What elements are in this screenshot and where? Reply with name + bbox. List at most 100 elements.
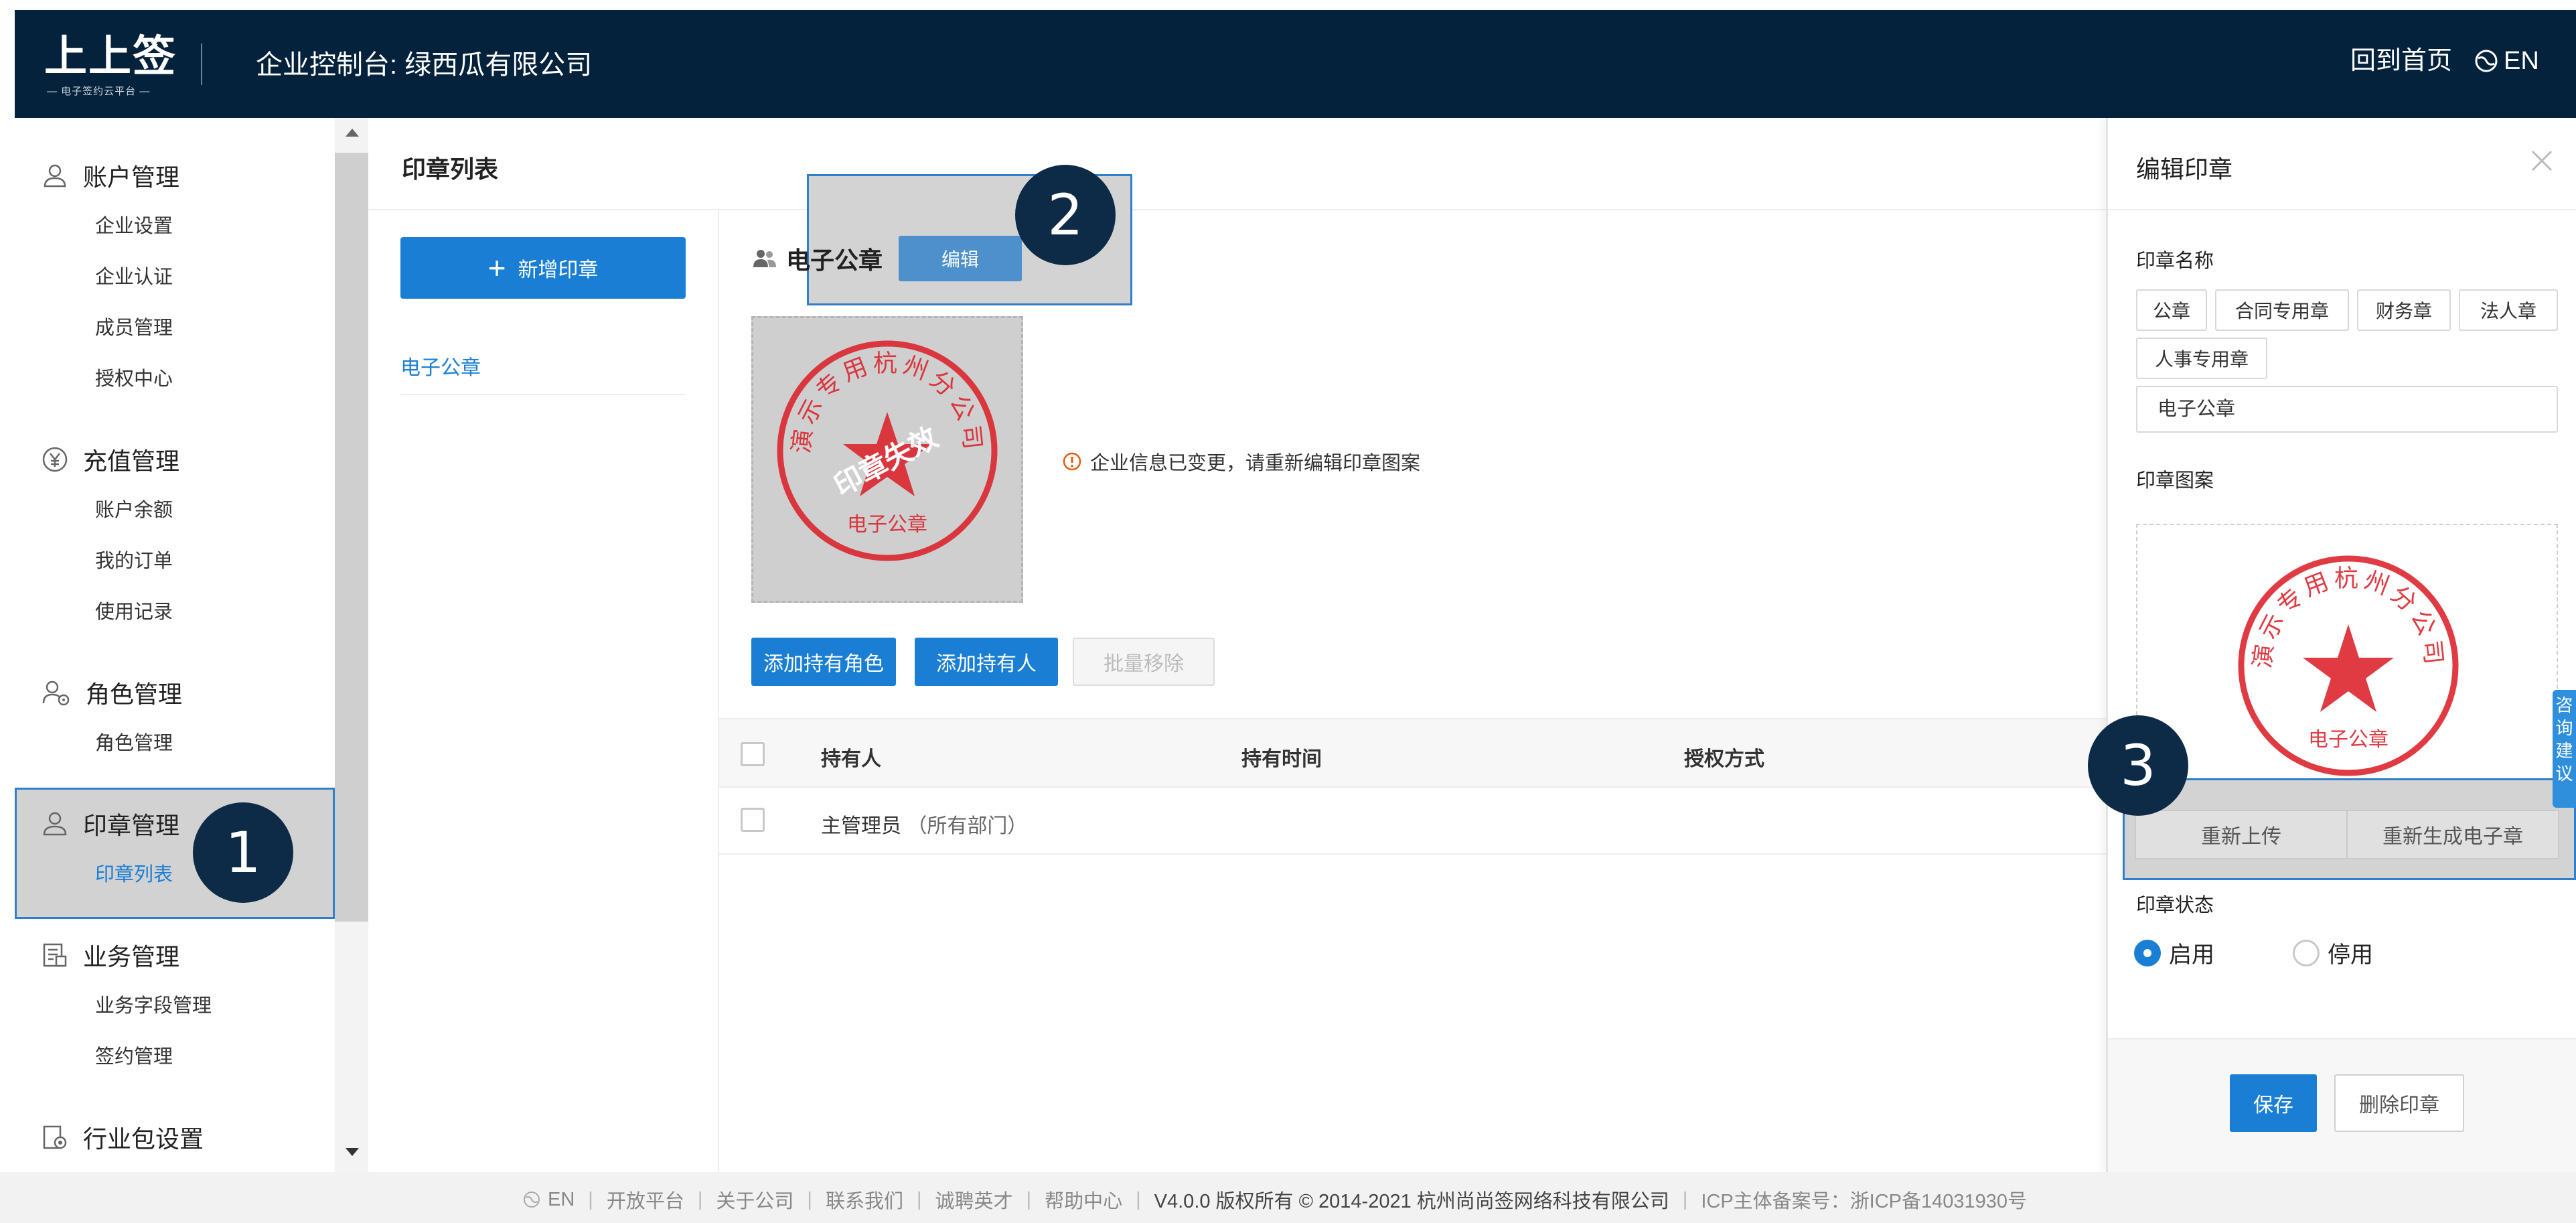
- page-title: 印章列表: [402, 155, 499, 183]
- seal-name-label: 印章名称: [2136, 250, 2214, 272]
- warning-text: 企业信息已变更，请重新编辑印章图案: [1090, 453, 1421, 474]
- seal-header: 电子公章: [753, 241, 883, 276]
- sidebar-group-industry-package[interactable]: 行业包设置: [42, 1120, 204, 1155]
- sidebar-item-members[interactable]: 成员管理: [95, 312, 173, 340]
- main-content: 印章列表 + 新增印章 电子公章 电子公章 编辑 2 演示专用杭州分公司 电子公…: [368, 118, 2106, 1172]
- user-icon: [44, 164, 66, 188]
- delete-seal-button[interactable]: 删除印章: [2334, 1074, 2464, 1132]
- column-header-time: 持有时间: [1241, 748, 1322, 770]
- sidebar-item-company-settings[interactable]: 企业设置: [95, 210, 173, 238]
- column-header-auth: 授权方式: [1684, 748, 1764, 770]
- footer-link-open-platform[interactable]: 开放平台: [607, 1185, 684, 1214]
- footer-link-about[interactable]: 关于公司: [716, 1185, 793, 1214]
- sidebar-group-label: 业务管理: [83, 943, 180, 970]
- seal-image: 演示专用杭州分公司 电子公章 印章失效: [751, 316, 1023, 603]
- sidebar-item-usage[interactable]: 使用记录: [95, 596, 173, 624]
- logo-subtitle: — 电子签约云平台 —: [47, 86, 151, 97]
- plus-icon: +: [487, 250, 506, 285]
- status-disable-label: 停用: [2328, 942, 2373, 968]
- sidebar-item-orders[interactable]: 我的订单: [95, 545, 173, 573]
- footer-icp: ICP主体备案号：浙ICP备14031930号: [1701, 1191, 2028, 1212]
- sidebar-item-role-manage[interactable]: 角色管理: [95, 727, 173, 756]
- sidebar-item-business-fields[interactable]: 业务字段管理: [95, 990, 212, 1018]
- sidebar-group-label: 印章管理: [83, 812, 180, 839]
- sidebar-group-label: 充值管理: [83, 447, 180, 475]
- tag-contract-seal[interactable]: 合同专用章: [2215, 289, 2349, 331]
- sidebar-group-business[interactable]: 业务管理: [42, 938, 179, 973]
- reupload-button[interactable]: 重新上传: [2135, 810, 2348, 859]
- tag-finance-seal[interactable]: 财务章: [2357, 289, 2451, 331]
- footer-lang-link[interactable]: EN: [548, 1189, 575, 1211]
- status-enable-radio[interactable]: 启用: [2134, 936, 2214, 969]
- consult-feedback-tab[interactable]: 咨 询 建 议: [2553, 690, 2576, 808]
- sidebar-group-recharge[interactable]: 充值管理: [42, 442, 179, 477]
- radio-checked-icon: [2134, 939, 2161, 966]
- footer-link-help[interactable]: 帮助中心: [1045, 1185, 1122, 1214]
- select-all-checkbox[interactable]: [741, 742, 765, 766]
- seal-list-panel: + 新增印章 电子公章: [368, 210, 719, 1172]
- sidebar-group-account[interactable]: 账户管理: [42, 158, 179, 193]
- add-holder-button[interactable]: 添加持有人: [915, 638, 1058, 686]
- language-label: EN: [2504, 47, 2539, 75]
- seal-stamp-image: 演示专用杭州分公司 电子公章 印章失效: [777, 340, 998, 561]
- footer-link-contact[interactable]: 联系我们: [826, 1185, 903, 1214]
- sidebar-item-balance[interactable]: 账户余额: [95, 494, 173, 522]
- sidebar-group-seal[interactable]: 印章管理: [42, 806, 179, 841]
- sidebar-group-label: 角色管理: [86, 680, 183, 708]
- scroll-down-arrow-icon[interactable]: [346, 1148, 359, 1156]
- seal-bottom-text: 电子公章: [847, 513, 927, 536]
- edit-seal-button[interactable]: 编辑: [899, 236, 1022, 281]
- seal-name-input[interactable]: 电子公章: [2136, 386, 2558, 433]
- seal-list-item[interactable]: 电子公章: [400, 351, 686, 395]
- role-icon: [42, 680, 70, 706]
- sidebar-group-role[interactable]: 角色管理: [42, 675, 182, 710]
- add-holder-role-button[interactable]: 添加持有角色: [751, 638, 896, 686]
- close-icon[interactable]: [2528, 147, 2555, 174]
- regenerate-seal-button[interactable]: 重新生成电子章: [2346, 810, 2559, 859]
- holder-scope: （所有部门）: [907, 815, 1028, 837]
- tag-official-seal[interactable]: 公章: [2136, 289, 2207, 331]
- status-enable-label: 启用: [2169, 942, 2214, 968]
- table-header-row: 持有人 持有时间 授权方式: [719, 718, 2106, 788]
- top-header: 上上签 — 电子签约云平台 — 企业控制台: 绿西瓜有限公司 回到首页 EN: [15, 10, 2576, 118]
- users-icon: [753, 250, 776, 267]
- callout-badge-1: 1: [193, 802, 293, 903]
- seal-pattern-label: 印章图案: [2136, 470, 2214, 492]
- sidebar-item-signing[interactable]: 签约管理: [95, 1041, 173, 1069]
- batch-remove-button[interactable]: 批量移除: [1073, 638, 1215, 686]
- seal-status-label: 印章状态: [2136, 895, 2214, 916]
- scroll-up-arrow-icon[interactable]: [346, 129, 359, 137]
- warning-message: 企业信息已变更，请重新编辑印章图案: [1062, 447, 1420, 476]
- yen-icon: [42, 447, 68, 472]
- save-button[interactable]: 保存: [2230, 1074, 2317, 1132]
- home-link[interactable]: 回到首页: [2350, 46, 2452, 76]
- row-checkbox[interactable]: [741, 808, 765, 832]
- holder-cell: 主管理员 （所有部门）: [821, 809, 1027, 839]
- globe-icon: [2475, 50, 2498, 72]
- panel-title: 编辑印章: [2136, 155, 2233, 183]
- status-disable-radio[interactable]: 停用: [2293, 936, 2373, 969]
- consult-char: 议: [2555, 764, 2573, 784]
- holder-name: 主管理员: [821, 815, 901, 837]
- radio-unchecked-icon: [2293, 939, 2320, 966]
- sidebar-scroll-thumb[interactable]: [335, 153, 368, 922]
- footer-link-careers[interactable]: 诚聘英才: [935, 1185, 1013, 1214]
- seal-user-icon: [43, 812, 67, 836]
- business-icon: [43, 943, 67, 967]
- logo-text: 上上签: [44, 32, 177, 82]
- warning-icon: [1063, 452, 1081, 471]
- divider: [2108, 209, 2576, 210]
- sidebar-item-seal-list[interactable]: 印章列表: [95, 859, 173, 887]
- page-footer: EN | 开放平台 | 关于公司 | 联系我们 | 诚聘英才 | 帮助中心 | …: [0, 1172, 2576, 1223]
- language-switch[interactable]: EN: [2474, 46, 2539, 76]
- edit-seal-panel: 编辑印章 印章名称 公章 合同专用章 财务章 法人章 人事专用章 电子公章 印章…: [2106, 118, 2576, 1172]
- add-seal-button[interactable]: + 新增印章: [400, 237, 686, 299]
- tag-legal-seal[interactable]: 法人章: [2459, 289, 2558, 331]
- tag-hr-seal[interactable]: 人事专用章: [2136, 338, 2267, 379]
- seal-pattern-preview: 演示专用杭州分公司 电子公章: [2136, 524, 2558, 796]
- sidebar-item-auth-center[interactable]: 授权中心: [95, 363, 173, 391]
- logo[interactable]: 上上签 — 电子签约云平台 —: [44, 30, 185, 97]
- table-row: 主管理员 （所有部门）: [719, 788, 2106, 855]
- sidebar-item-company-auth[interactable]: 企业认证: [95, 261, 173, 289]
- consult-char: 咨: [2555, 695, 2573, 715]
